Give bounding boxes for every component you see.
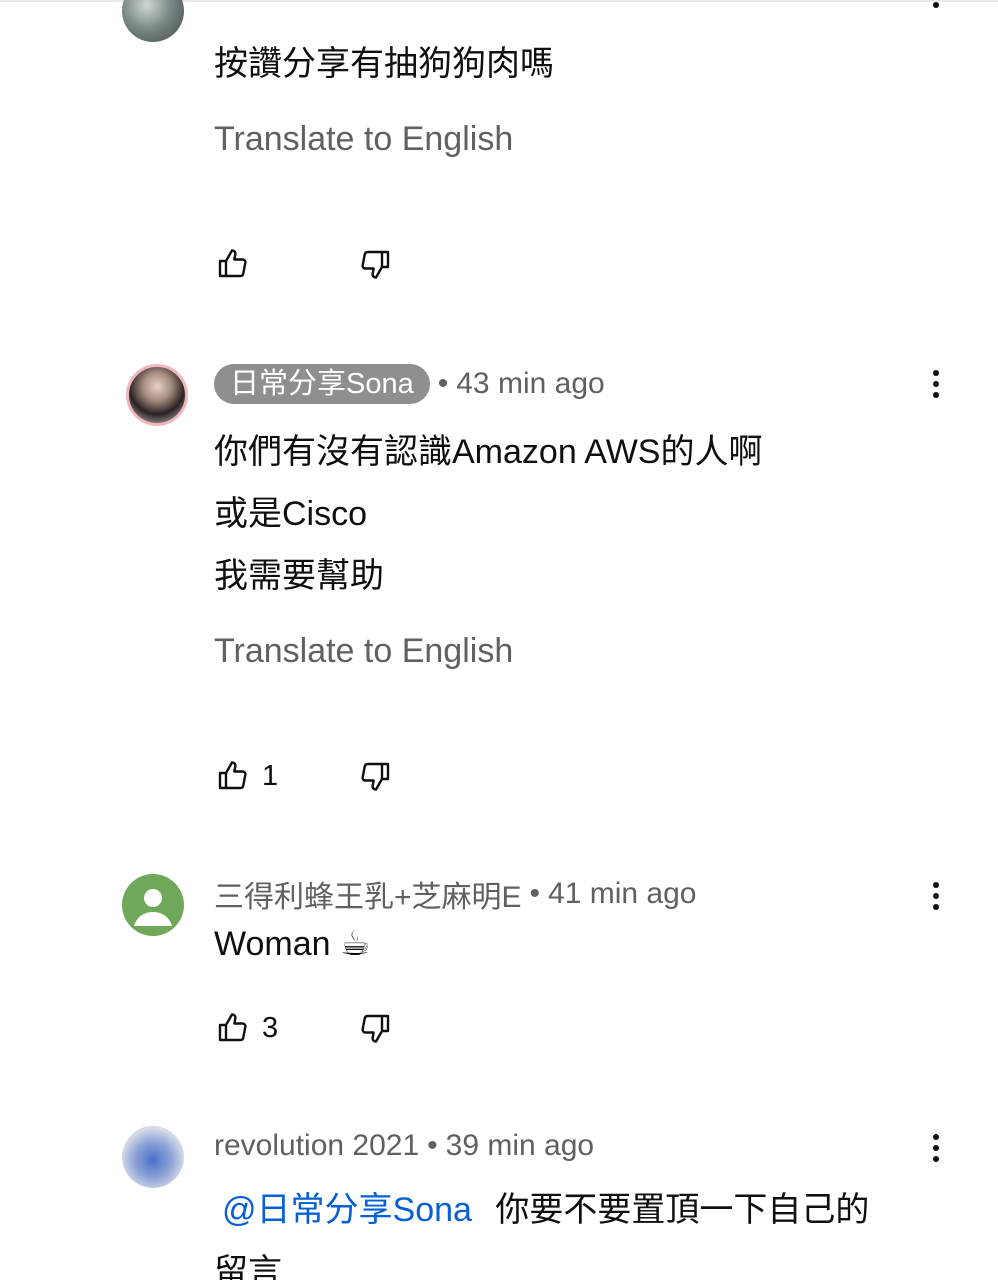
- like-count: 3: [262, 1011, 279, 1044]
- like-button[interactable]: 3: [214, 1010, 358, 1046]
- thumbs-up-icon: [214, 758, 250, 794]
- avatar[interactable]: [122, 874, 184, 936]
- comment-text: @日常分享Sona 你要不要置頂一下自己的: [222, 1182, 869, 1231]
- default-avatar-icon: [134, 889, 172, 926]
- avatar[interactable]: [122, 0, 184, 42]
- like-count: 1: [262, 759, 279, 792]
- more-vert-icon[interactable]: [920, 876, 952, 916]
- separator-dot: •: [529, 877, 541, 910]
- comment-time: 43 min ago: [456, 367, 605, 400]
- comment-actions: [214, 244, 394, 284]
- translate-link[interactable]: Translate to English: [214, 632, 513, 671]
- separator-dot: •: [427, 1129, 438, 1162]
- comment-meta: 三得利蜂王乳+芝麻明E • 41 min ago: [214, 874, 696, 914]
- more-vert-icon[interactable]: [920, 1128, 952, 1168]
- comment-text: 我需要幫助: [214, 557, 384, 595]
- translate-link[interactable]: Translate to English: [214, 120, 513, 159]
- author-chip[interactable]: 日常分享Sona: [214, 364, 430, 404]
- avatar[interactable]: [122, 1126, 184, 1188]
- comment-meta: 日常分享Sona • 43 min ago: [214, 364, 605, 404]
- comment-time: 41 min ago: [548, 877, 697, 910]
- comment-author[interactable]: 三得利蜂王乳+芝麻明E: [214, 872, 522, 916]
- comment-meta: revolution 2021 • 39 min ago: [214, 1126, 594, 1166]
- like-button[interactable]: [214, 246, 358, 282]
- avatar[interactable]: [126, 364, 188, 426]
- thumbs-down-icon: [358, 246, 394, 282]
- comment-text-content: 你要不要置頂一下自己的: [495, 1191, 870, 1229]
- thumbs-down-icon: [358, 758, 394, 794]
- mention-link[interactable]: @日常分享Sona: [222, 1191, 472, 1229]
- dislike-button[interactable]: [358, 246, 394, 282]
- comment-text: 留言: [214, 1253, 282, 1280]
- thumbs-up-icon: [214, 1010, 250, 1046]
- dislike-button[interactable]: [358, 758, 394, 794]
- more-vert-icon[interactable]: [920, 0, 952, 14]
- comment-actions: 1: [214, 756, 394, 796]
- more-vert-icon[interactable]: [920, 364, 952, 404]
- comment-time: 39 min ago: [445, 1129, 595, 1162]
- comment-text: Woman ☕: [214, 925, 371, 963]
- like-button[interactable]: 1: [214, 758, 358, 794]
- comment-text: 你們有沒有認識Amazon AWS的人啊: [214, 433, 763, 471]
- thumbs-down-icon: [358, 1010, 394, 1046]
- comment-actions: 3: [214, 1008, 394, 1048]
- comment-text: 按讚分享有抽狗狗肉嗎: [214, 45, 554, 83]
- thumbs-up-icon: [214, 246, 250, 282]
- comment-text: 或是Cisco: [214, 495, 368, 533]
- dislike-button[interactable]: [358, 1010, 394, 1046]
- separator-dot: •: [437, 367, 449, 400]
- comment-author[interactable]: revolution 2021: [214, 1129, 419, 1163]
- comments-page: 按讚分享有抽狗狗肉嗎 Translate to English 日常分享Sona…: [0, 0, 998, 1280]
